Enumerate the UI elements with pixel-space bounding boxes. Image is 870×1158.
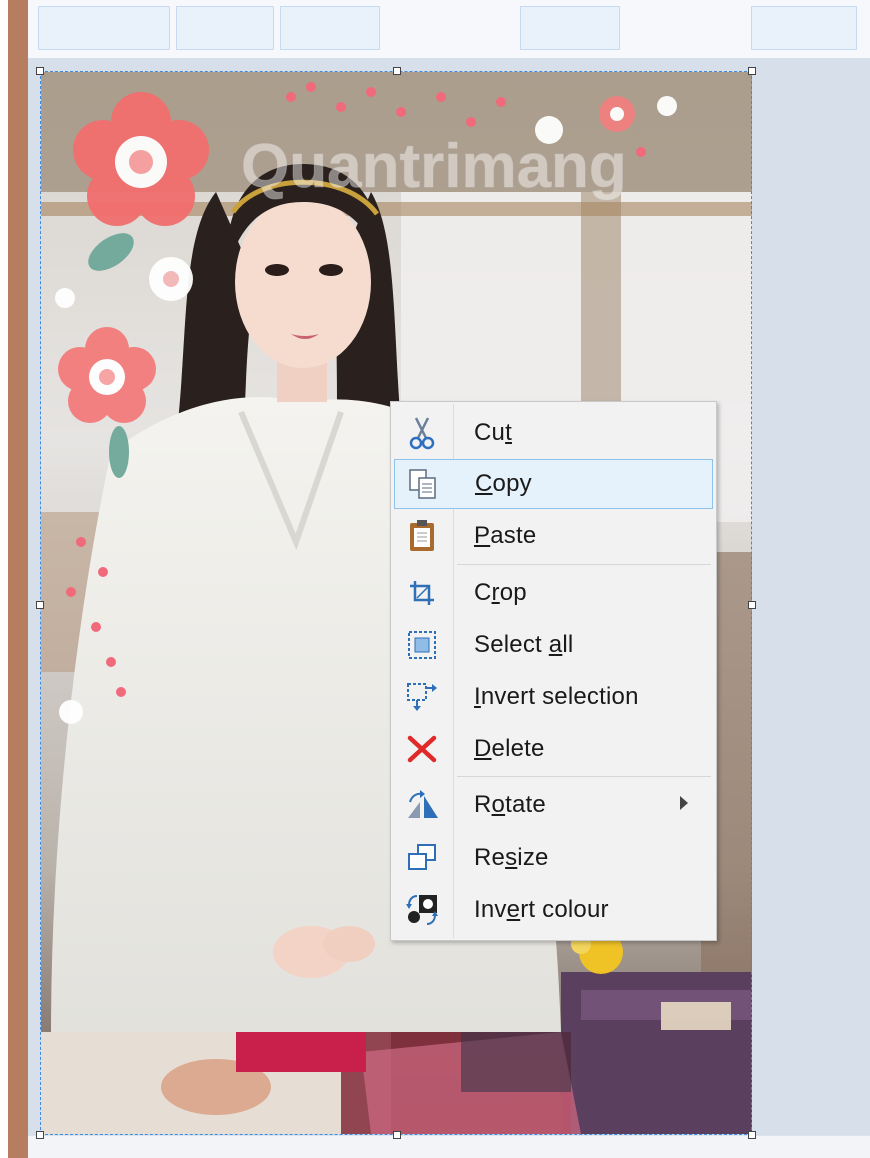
menu-item-label: Select all — [474, 631, 574, 658]
menu-item-rotate[interactable]: Rotate — [394, 780, 713, 830]
scissors-icon — [394, 416, 450, 450]
resize-handle-bottom[interactable] — [393, 1131, 401, 1139]
submenu-arrow-icon — [679, 795, 689, 816]
menu-item-label: Rotate — [474, 791, 546, 818]
invert-selection-icon — [394, 680, 450, 714]
ribbon-slot[interactable] — [520, 6, 620, 50]
menu-separator — [457, 564, 711, 565]
menu-item-crop[interactable]: Crop — [394, 568, 713, 618]
menu-item-label: Resize — [474, 844, 549, 871]
resize-handle-top-left[interactable] — [36, 67, 44, 75]
menu-item-label: Paste — [474, 522, 537, 549]
copy-icon — [395, 467, 451, 501]
menu-item-label: Cut — [474, 419, 512, 446]
ribbon-slot[interactable] — [280, 6, 380, 50]
ribbon-slot[interactable] — [751, 6, 857, 50]
menu-item-select-all[interactable]: Select all — [394, 620, 713, 670]
menu-item-invert-colour[interactable]: Invert colour — [394, 885, 713, 935]
menu-item-label: Delete — [474, 735, 545, 762]
ribbon-area — [28, 0, 870, 59]
menu-item-resize[interactable]: Resize — [394, 833, 713, 883]
select-all-icon — [394, 628, 450, 662]
status-strip — [28, 1135, 870, 1158]
context-menu: Cut Copy Paste Crop Select all Invert se… — [390, 401, 717, 941]
resize-handle-bottom-left[interactable] — [36, 1131, 44, 1139]
crop-icon — [394, 576, 450, 610]
resize-handle-bottom-right[interactable] — [748, 1131, 756, 1139]
resize-handle-left[interactable] — [36, 601, 44, 609]
delete-x-icon — [394, 732, 450, 766]
resize-handle-top[interactable] — [393, 67, 401, 75]
watermark-text: Quantrimang — [241, 132, 627, 201]
menu-item-label: Invert colour — [474, 896, 609, 923]
clipboard-icon — [394, 519, 450, 553]
menu-item-label: Crop — [474, 579, 527, 606]
menu-item-paste[interactable]: Paste — [394, 511, 713, 561]
menu-item-cut[interactable]: Cut — [394, 408, 713, 458]
menu-item-delete[interactable]: Delete — [394, 724, 713, 774]
ribbon-slot[interactable] — [176, 6, 274, 50]
resize-handle-right[interactable] — [748, 601, 756, 609]
left-edge-strip — [8, 0, 28, 1158]
menu-separator — [457, 776, 711, 777]
menu-item-copy[interactable]: Copy — [394, 459, 713, 509]
menu-item-invert-selection[interactable]: Invert selection — [394, 672, 713, 722]
resize-handle-top-right[interactable] — [748, 67, 756, 75]
ribbon-slot[interactable] — [38, 6, 170, 50]
invert-colour-icon — [394, 893, 450, 927]
resize-icon — [394, 841, 450, 875]
menu-item-label: Invert selection — [474, 683, 639, 710]
menu-item-label: Copy — [475, 470, 532, 497]
rotate-icon — [394, 788, 450, 822]
